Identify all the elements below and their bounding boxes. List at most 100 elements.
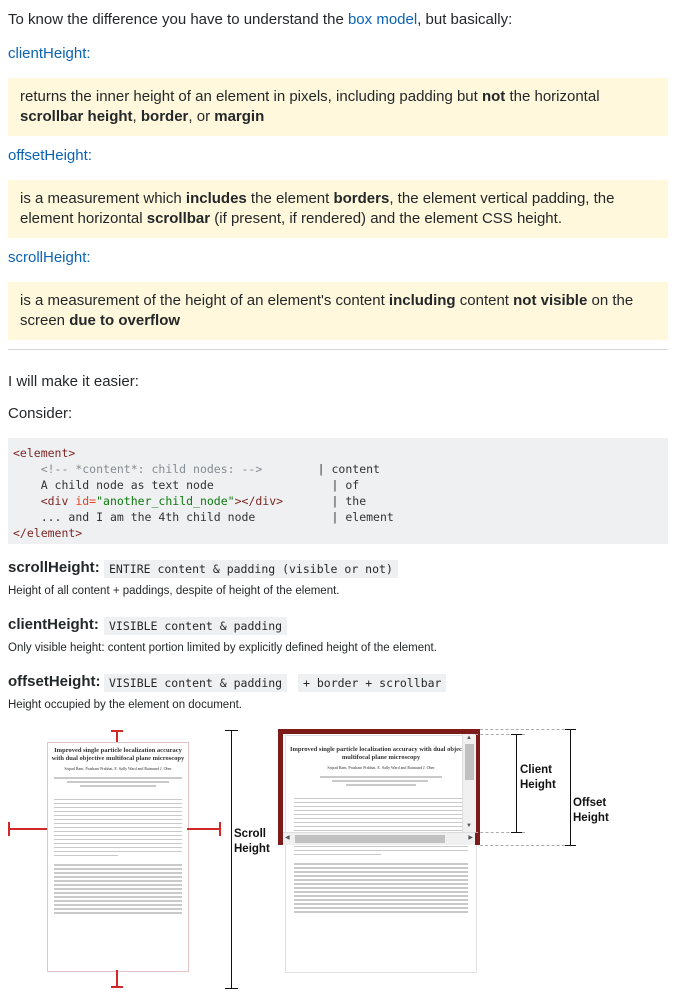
code-tag: <div <box>40 494 76 508</box>
def-scroll-desc: Height of all content + paddings, despit… <box>8 585 340 597</box>
term-offset-height: offsetHeight: <box>8 146 92 166</box>
quote-text: the element <box>246 190 334 207</box>
term-client-height: clientHeight: <box>8 44 91 64</box>
quote-text: the horizontal <box>505 88 600 105</box>
right-margin-cap <box>219 822 221 836</box>
term-scroll-label: scrollHeight <box>8 249 87 266</box>
client-height-bracket <box>516 734 517 832</box>
code-string: "another_child_node" <box>96 494 235 508</box>
horizontal-scroll-thumb[interactable] <box>295 835 445 843</box>
code-side: | of <box>331 478 360 492</box>
right-margin-marker <box>187 828 221 830</box>
def-offset-code-extra: + border + scrollbar <box>298 674 447 692</box>
scroll-height-bracket <box>231 730 232 988</box>
def-prop: clientHeight <box>8 616 94 633</box>
def-offset-desc: Height occupied by the element on docume… <box>8 699 242 711</box>
label-line: Height <box>234 843 270 855</box>
quote-bold: border <box>140 108 189 125</box>
quote-bold: not visible <box>513 292 588 309</box>
code-side: | element <box>331 510 394 524</box>
scroll-paper-preview: Improved single particle localization ac… <box>47 742 189 972</box>
term-scroll-height: scrollHeight: <box>8 248 91 268</box>
intro-before: To know the difference you have to under… <box>8 11 348 28</box>
def-offset-code: VISIBLE content & padding <box>104 674 288 692</box>
quote-text: content <box>455 292 514 309</box>
code-attr: id= <box>75 494 97 508</box>
def-client-desc: Only visible height: content portion lim… <box>8 642 437 654</box>
horizontal-scrollbar[interactable]: ◀ ▶ <box>283 832 475 845</box>
label-line: Offset <box>573 797 607 809</box>
viewport-frame <box>278 729 480 845</box>
left-margin-cap <box>8 822 10 836</box>
quote-text: , <box>132 108 141 125</box>
scroll-bracket-bottom <box>225 988 238 989</box>
quote-bold: including <box>388 292 456 309</box>
offset-height-bracket <box>570 729 571 845</box>
scroll-up-arrow-icon[interactable]: ▲ <box>466 735 472 742</box>
offset-bracket-top <box>565 729 576 730</box>
quote-bold: scrollbar height <box>20 108 133 125</box>
scroll-bracket-top <box>225 730 238 731</box>
term-colon: : <box>87 147 92 164</box>
quote-bold: due to overflow <box>69 312 181 329</box>
scroll-left-arrow-icon[interactable]: ◀ <box>285 834 290 843</box>
scroll-down-arrow-icon[interactable]: ▼ <box>466 823 472 830</box>
top-margin-cap <box>111 730 123 732</box>
quote-text: is a measurement of the height of an ele… <box>20 292 389 309</box>
scroll-right-arrow-icon[interactable]: ▶ <box>468 834 473 843</box>
scroll-height-label: Scroll Height <box>234 827 270 857</box>
box-model-link[interactable]: box model <box>348 11 417 28</box>
quote-text: is a measurement which <box>20 190 186 207</box>
quote-text: (if present, if rendered) and the elemen… <box>210 210 562 227</box>
intro-text: To know the difference you have to under… <box>8 10 512 30</box>
def-colon: : <box>95 673 101 690</box>
def-prop: scrollHeight <box>8 559 95 576</box>
client-bracket-top <box>511 734 522 735</box>
intro-after: , but basically: <box>417 11 513 28</box>
def-client-title: clientHeight: <box>8 616 99 633</box>
quote-text: , or <box>188 108 215 125</box>
quote-bold: includes <box>185 190 247 207</box>
vertical-scrollbar[interactable]: ▲ ▼ <box>462 734 476 832</box>
paper-authors: Sripad Ram, Prashant Prabhat, E. Sally W… <box>64 766 172 771</box>
code-comment: <!-- *content*: child nodes: --> <box>40 462 263 476</box>
scroll-height-quote: is a measurement of the height of an ele… <box>8 282 668 340</box>
client-height-label: Client Height <box>520 763 556 793</box>
code-line: A child node as text node <box>40 478 214 492</box>
answer-divider <box>8 349 668 350</box>
quote-bold: borders <box>333 190 390 207</box>
def-colon: : <box>94 559 100 576</box>
quote-text: returns the inner height of an element i… <box>20 88 482 105</box>
def-colon: : <box>93 616 99 633</box>
client-height-quote: returns the inner height of an element i… <box>8 78 668 136</box>
code-tag: <element> <box>13 446 76 460</box>
client-bracket-bottom <box>511 832 522 833</box>
code-tag: </element> <box>13 526 83 540</box>
label-line: Client <box>520 764 552 776</box>
offset-height-label: Offset Height <box>573 796 609 826</box>
def-scroll-code: ENTIRE content & padding (visible or not… <box>104 560 398 578</box>
code-side: | content <box>317 462 380 476</box>
def-client-code: VISIBLE content & padding <box>104 617 288 635</box>
quote-bold: margin <box>214 108 265 125</box>
quote-bold: not <box>481 88 506 105</box>
left-margin-marker <box>8 828 47 830</box>
def-scroll-title: scrollHeight: <box>8 559 100 576</box>
vertical-scroll-thumb[interactable] <box>465 744 474 780</box>
paper-title: Improved single particle localization ac… <box>51 747 185 762</box>
label-line: Height <box>573 812 609 824</box>
offset-guide-top <box>480 729 575 730</box>
term-colon: : <box>86 249 91 266</box>
offset-guide-bottom <box>480 845 575 846</box>
easier-text: I will make it easier: <box>8 373 139 390</box>
quote-bold: scrollbar <box>146 210 211 227</box>
code-line: ... and I am the 4th child node <box>40 510 256 524</box>
code-tag: ></div> <box>234 494 284 508</box>
def-prop: offsetHeight <box>8 673 96 690</box>
consider-text: Consider: <box>8 405 73 422</box>
label-line: Height <box>520 779 556 791</box>
offset-bracket-bottom <box>565 845 576 846</box>
def-offset-title: offsetHeight: <box>8 673 101 690</box>
term-offset-label: offsetHeight <box>8 147 88 164</box>
label-line: Scroll <box>234 828 266 840</box>
